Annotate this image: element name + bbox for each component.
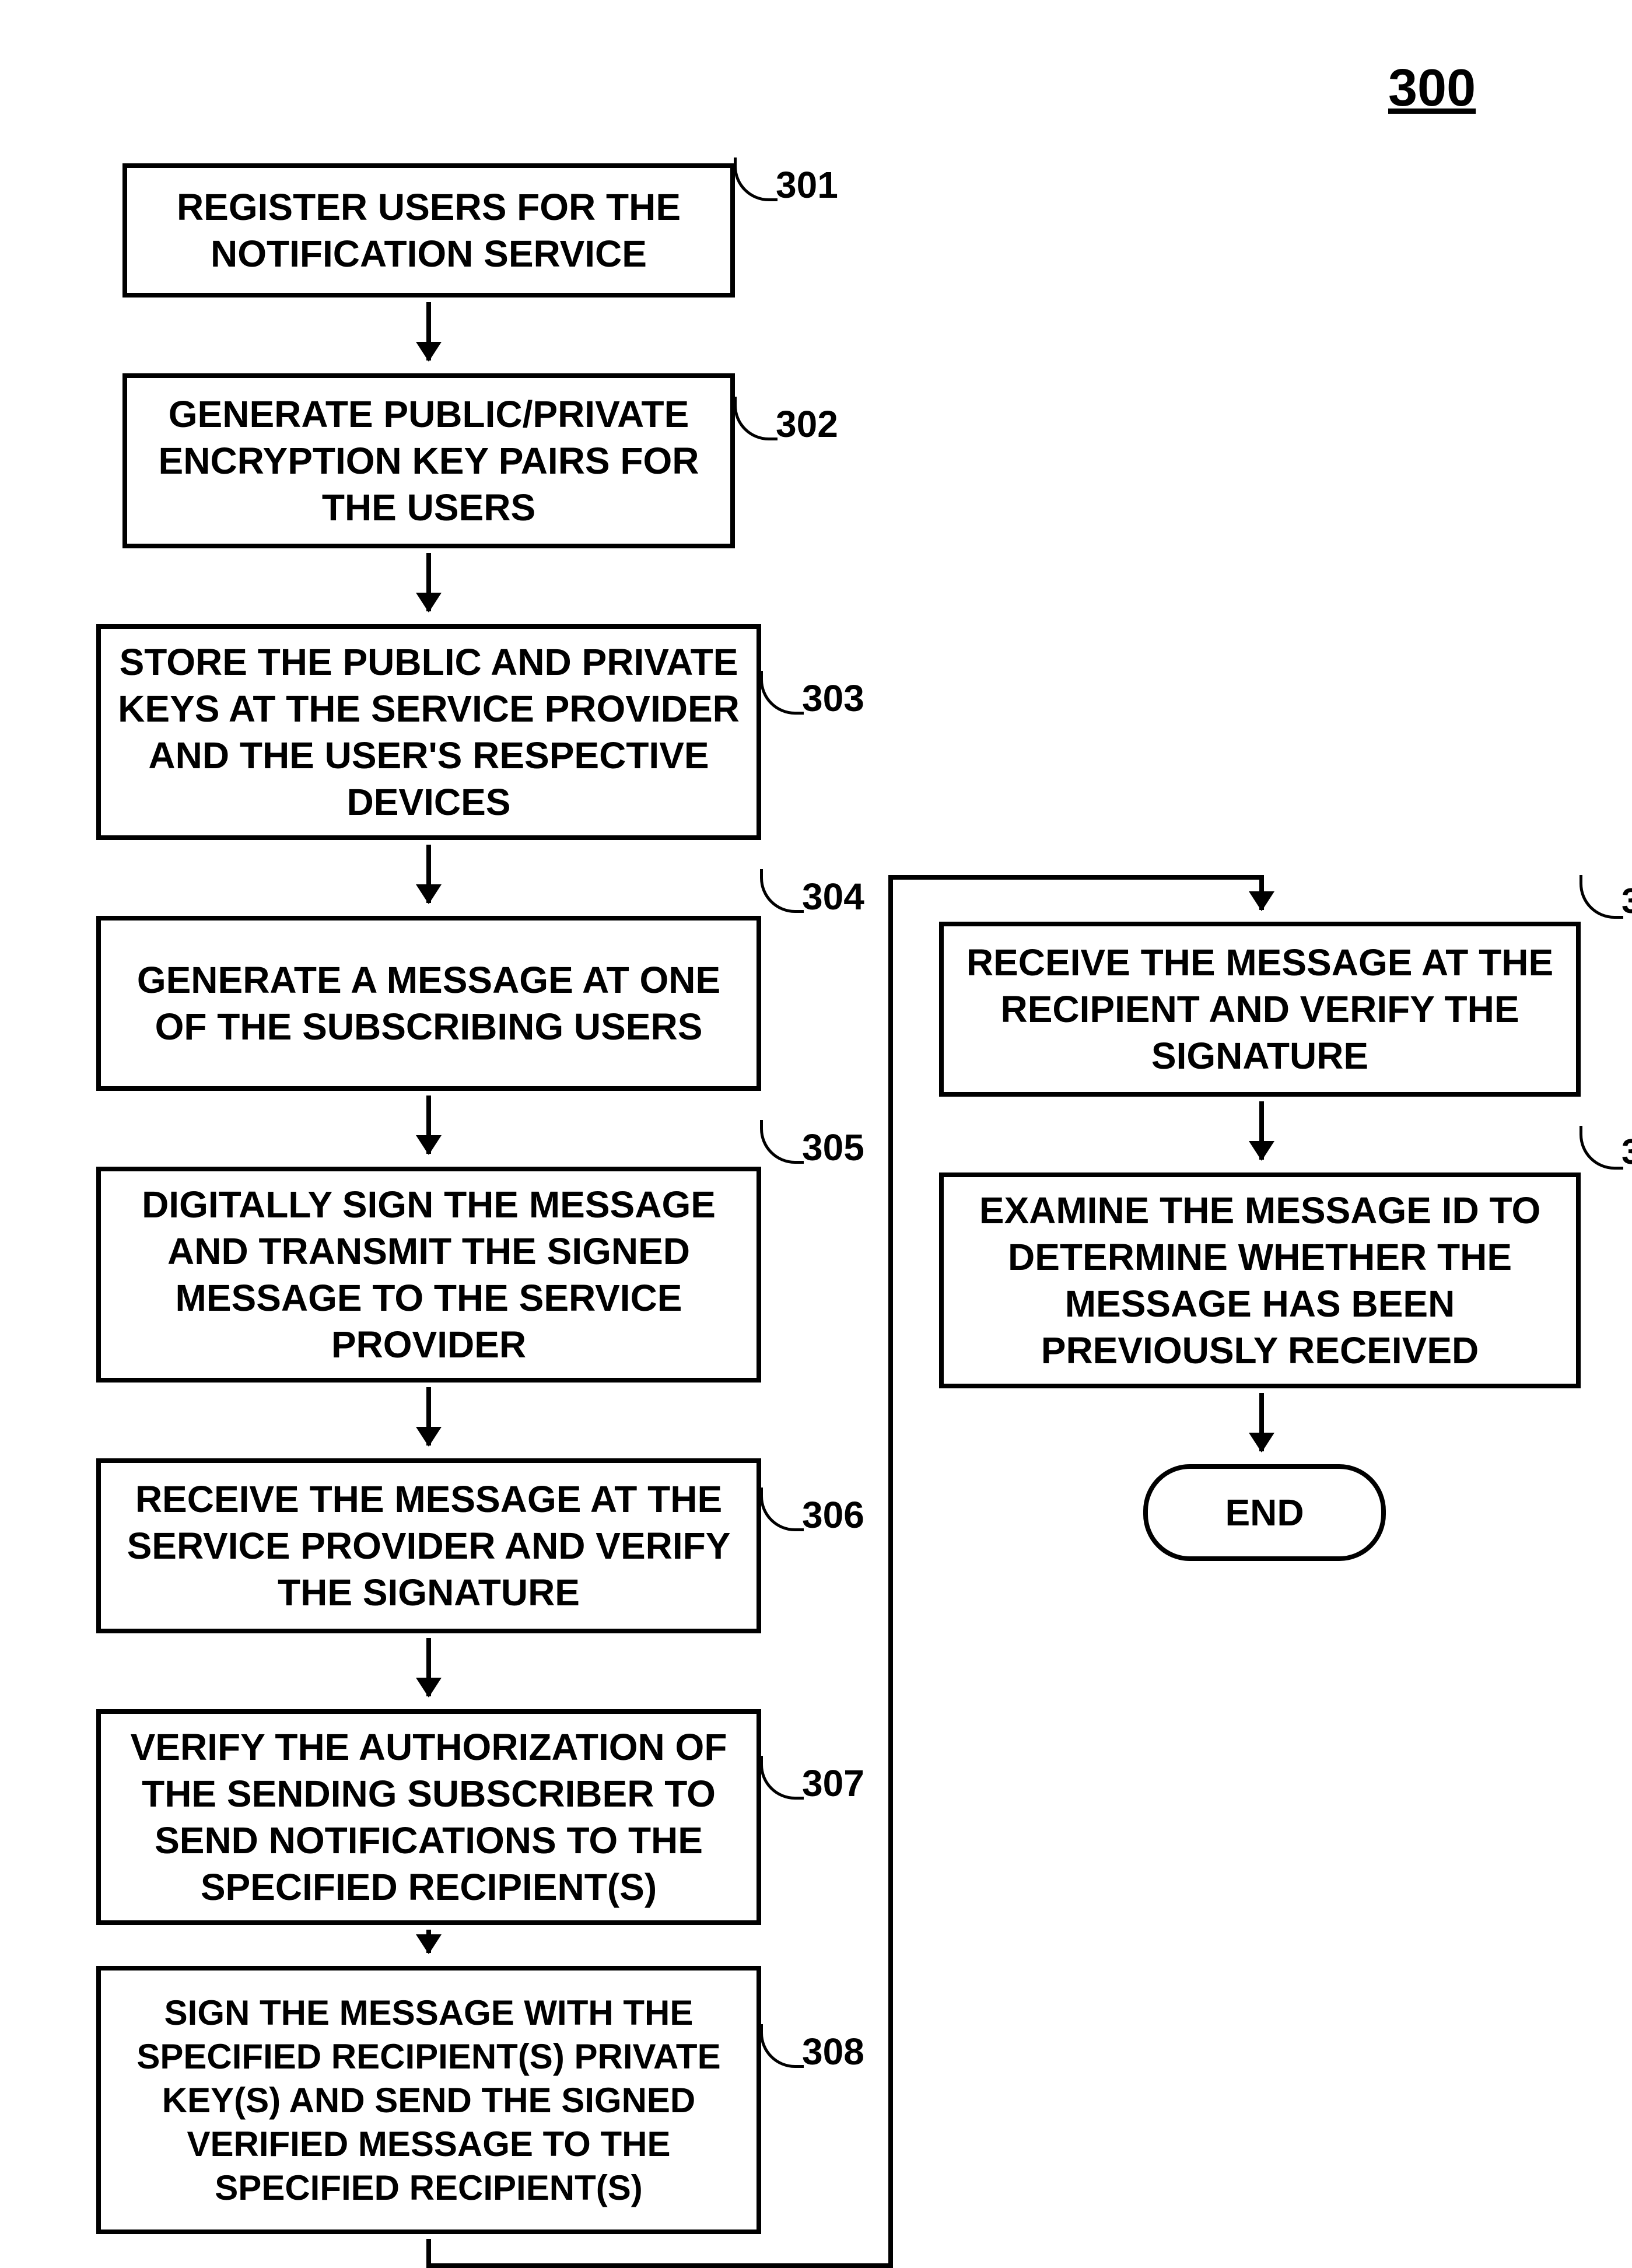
arrow-307-308 (426, 1930, 431, 1953)
step-301: REGISTER USERS FOR THE NOTIFICATION SERV… (122, 163, 735, 298)
label-304: 304 (802, 875, 864, 918)
lead-309 (1580, 875, 1623, 919)
step-303: STORE THE PUBLIC AND PRIVATE KEYS AT THE… (96, 624, 761, 840)
arrow-305-306 (426, 1387, 431, 1446)
label-307: 307 (802, 1762, 864, 1805)
arrow-302-303 (426, 553, 431, 611)
label-305: 305 (802, 1126, 864, 1169)
conn-308-h2 (888, 875, 1262, 880)
flowchart-canvas: 300 REGISTER USERS FOR THE NOTIFICATION … (0, 0, 1632, 2147)
arrow-310-end (1259, 1393, 1264, 1451)
end-terminal: END (1143, 1464, 1386, 1561)
step-310: EXAMINE THE MESSAGE ID TO DETERMINE WHET… (939, 1172, 1581, 1388)
lead-310 (1580, 1126, 1623, 1170)
label-306: 306 (802, 1493, 864, 1536)
arrow-301-302 (426, 302, 431, 360)
lead-304 (760, 869, 804, 913)
step-306: RECEIVE THE MESSAGE AT THE SERVICE PROVI… (96, 1458, 761, 1633)
arrow-304-305 (426, 1096, 431, 1154)
label-303: 303 (802, 677, 864, 720)
label-308: 308 (802, 2030, 864, 2073)
arrow-303-304 (426, 845, 431, 903)
lead-308 (760, 2024, 804, 2068)
conn-308-up (888, 875, 893, 2268)
label-309: 309 (1622, 881, 1632, 921)
arrow-309-310 (1259, 1101, 1264, 1160)
lead-301 (734, 158, 778, 201)
label-301: 301 (776, 163, 838, 206)
figure-number: 300 (1388, 58, 1476, 118)
step-304: GENERATE A MESSAGE AT ONE OF THE SUBSCRI… (96, 916, 761, 1091)
lead-303 (760, 671, 804, 715)
step-308: SIGN THE MESSAGE WITH THE SPECIFIED RECI… (96, 1966, 761, 2234)
label-302: 302 (776, 402, 838, 446)
step-309: RECEIVE THE MESSAGE AT THE RECIPIENT AND… (939, 922, 1581, 1097)
lead-305 (760, 1120, 804, 1164)
lead-302 (734, 397, 778, 440)
arrow-306-307 (426, 1638, 431, 1696)
conn-308-h (426, 2263, 893, 2268)
arrow-into-309 (1259, 875, 1264, 910)
step-307: VERIFY THE AUTHORIZATION OF THE SENDING … (96, 1709, 761, 1925)
step-302: GENERATE PUBLIC/PRIVATE ENCRYPTION KEY P… (122, 373, 735, 548)
lead-306 (760, 1488, 804, 1531)
step-305: DIGITALLY SIGN THE MESSAGE AND TRANSMIT … (96, 1167, 761, 1382)
label-310: 310 (1622, 1132, 1632, 1172)
lead-307 (760, 1756, 804, 1800)
